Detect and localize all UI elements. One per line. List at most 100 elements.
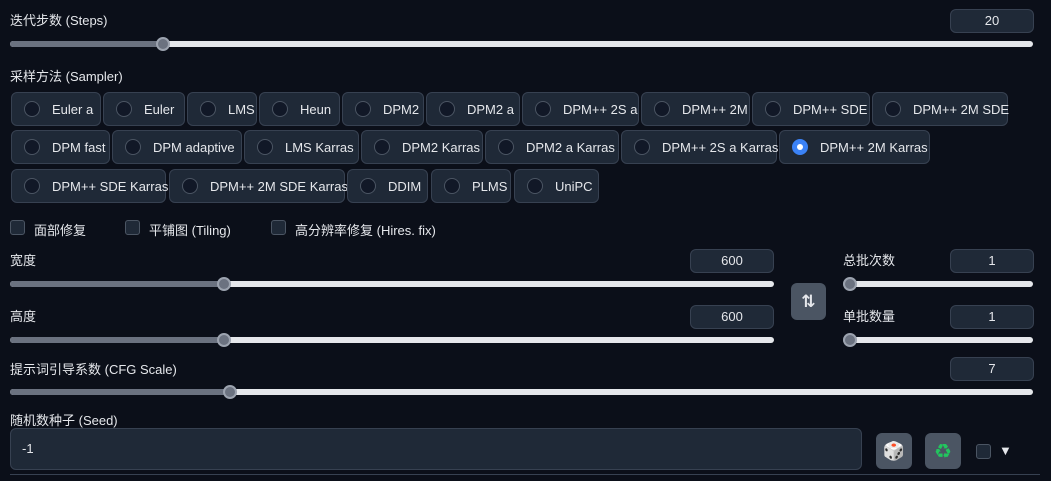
batch-count-slider-track[interactable] <box>843 281 1033 287</box>
cfg-number-input[interactable]: 7 <box>950 357 1034 381</box>
radio-dot-icon <box>24 178 40 194</box>
sampler-option[interactable]: DPM++ SDE <box>752 92 870 126</box>
sampler-option-label: DPM2 a <box>467 101 514 117</box>
sampler-option-label: Heun <box>300 101 332 117</box>
radio-dot-icon <box>439 101 455 117</box>
swap-icon: ⇅ <box>801 291 816 311</box>
extra-seed-arrow-icon[interactable]: ▼ <box>999 443 1012 458</box>
batch-size-slider-thumb[interactable] <box>843 333 857 347</box>
sampler-option[interactable]: DPM++ SDE Karras <box>11 169 169 203</box>
batch-count-number-input[interactable]: 1 <box>950 249 1034 273</box>
tiling-checkbox[interactable] <box>125 220 140 235</box>
sampler-option-label: Euler <box>144 101 175 117</box>
sampler-option[interactable]: DPM++ 2M Karras <box>779 130 930 164</box>
radio-dot-icon <box>634 139 650 155</box>
sampler-label: 采样方法 (Sampler) <box>10 69 123 84</box>
radio-dot-icon <box>444 178 460 194</box>
batch-size-slider-track[interactable] <box>843 337 1033 343</box>
steps-slider-fill <box>10 41 164 47</box>
sampler-option-label: DPM fast <box>52 139 106 155</box>
sampler-option-label: DPM++ 2M SDE <box>913 101 1010 117</box>
batch-count-label: 总批次数 <box>843 253 896 268</box>
hires-fix-checkbox[interactable] <box>271 220 286 235</box>
tiling-label: 平铺图 (Tiling) <box>149 223 231 238</box>
radio-dot-icon <box>116 101 132 117</box>
sampler-option[interactable]: LMS <box>187 92 257 126</box>
sampler-option[interactable]: PLMS <box>431 169 511 203</box>
height-slider-thumb[interactable] <box>217 333 231 347</box>
sampler-option-label: DPM++ 2S a Karras <box>662 139 779 155</box>
reuse-seed-button[interactable]: ♻ <box>925 433 961 469</box>
radio-dot-icon <box>792 139 808 155</box>
sampler-option[interactable]: Euler <box>103 92 185 126</box>
sampler-option[interactable]: DPM++ 2M <box>641 92 750 126</box>
sampler-option-label: Euler a <box>52 101 94 117</box>
sampler-option[interactable]: DDIM <box>347 169 428 203</box>
cfg-label: 提示词引导系数 (CFG Scale) <box>10 362 177 377</box>
radio-dot-icon <box>527 178 543 194</box>
sampler-option[interactable]: DPM fast <box>11 130 110 164</box>
sampler-option[interactable]: Heun <box>259 92 340 126</box>
sampler-option-label: DPM++ 2S a <box>563 101 638 117</box>
sampler-option[interactable]: DPM++ 2S a <box>522 92 639 126</box>
width-slider-thumb[interactable] <box>217 277 231 291</box>
sampler-option-label: DPM++ SDE Karras <box>52 178 169 194</box>
sampler-option-label: DPM2 <box>383 101 420 117</box>
steps-slider-thumb[interactable] <box>156 37 171 51</box>
sampler-option[interactable]: DPM2 Karras <box>361 130 483 164</box>
sampler-option-label: UniPC <box>555 178 593 194</box>
sampler-option-label: LMS <box>228 101 255 117</box>
seed-input[interactable]: -1 <box>10 428 862 470</box>
sampler-option-label: DPM++ SDE <box>793 101 868 117</box>
sampler-option[interactable]: DPM++ 2S a Karras <box>621 130 779 164</box>
seed-label: 随机数种子 (Seed) <box>10 413 118 428</box>
face-restore-label: 面部修复 <box>34 223 87 238</box>
width-number-input[interactable]: 600 <box>690 249 774 273</box>
radio-dot-icon <box>654 101 670 117</box>
width-label: 宽度 <box>10 253 37 268</box>
sampler-option[interactable]: DPM2 a Karras <box>485 130 619 164</box>
sampler-option-label: LMS Karras <box>285 139 354 155</box>
sampler-option-label: DPM adaptive <box>153 139 235 155</box>
sampler-option[interactable]: DPM2 a <box>426 92 520 126</box>
sampler-option-label: DPM++ 2M SDE Karras <box>210 178 348 194</box>
sampler-option[interactable]: DPM++ 2M SDE Karras <box>169 169 348 203</box>
radio-dot-icon <box>272 101 288 117</box>
radio-dot-icon <box>182 178 198 194</box>
width-slider-fill <box>10 281 224 287</box>
width-slider-track[interactable] <box>10 281 774 287</box>
radio-dot-icon <box>360 178 376 194</box>
sampler-option[interactable]: DPM adaptive <box>112 130 242 164</box>
radio-dot-icon <box>355 101 371 117</box>
dice-icon: 🎲 <box>882 440 906 461</box>
batch-size-number-input[interactable]: 1 <box>950 305 1034 329</box>
sampler-option-label: PLMS <box>472 178 508 194</box>
face-restore-checkbox[interactable] <box>10 220 25 235</box>
radio-dot-icon <box>125 139 141 155</box>
swap-dimensions-button[interactable]: ⇅ <box>791 283 826 320</box>
height-slider-fill <box>10 337 224 343</box>
sampler-option-label: DPM++ 2M Karras <box>820 139 928 155</box>
cfg-slider-fill <box>10 389 230 395</box>
height-number-input[interactable]: 600 <box>690 305 774 329</box>
extra-seed-checkbox[interactable] <box>976 444 991 459</box>
radio-dot-icon <box>374 139 390 155</box>
sampler-option[interactable]: LMS Karras <box>244 130 359 164</box>
random-seed-button[interactable]: 🎲 <box>876 433 912 469</box>
cfg-slider-thumb[interactable] <box>222 385 237 399</box>
sampler-option[interactable]: UniPC <box>514 169 599 203</box>
batch-size-label: 单批数量 <box>843 309 896 324</box>
sampler-option[interactable]: Euler a <box>11 92 101 126</box>
batch-count-slider-thumb[interactable] <box>843 277 857 291</box>
cfg-slider-track[interactable] <box>10 389 1033 395</box>
radio-dot-icon <box>885 101 901 117</box>
steps-number-input[interactable]: 20 <box>950 9 1034 33</box>
sampler-option-label: DPM2 Karras <box>402 139 481 155</box>
radio-dot-icon <box>200 101 216 117</box>
sampler-option-label: DPM2 a Karras <box>526 139 615 155</box>
height-label: 高度 <box>10 309 37 324</box>
sampler-option[interactable]: DPM2 <box>342 92 424 126</box>
hires-fix-label: 高分辨率修复 (Hires. fix) <box>295 223 436 238</box>
height-slider-track[interactable] <box>10 337 774 343</box>
sampler-option[interactable]: DPM++ 2M SDE <box>872 92 1010 126</box>
